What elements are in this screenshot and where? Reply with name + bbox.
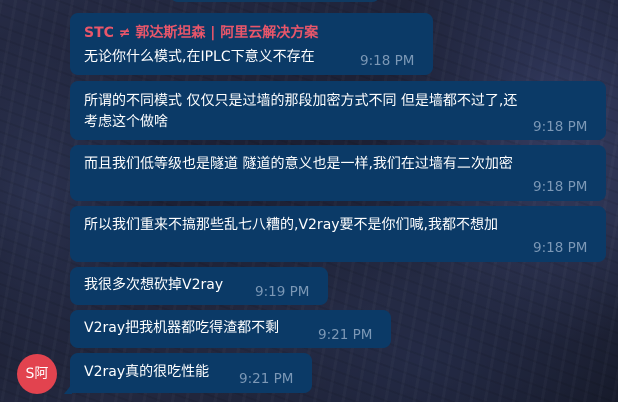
bubble-tail xyxy=(64,384,72,394)
message-time: 9:18 PM xyxy=(533,179,588,195)
message-bubble[interactable]: STC ≠ 郭达斯坦森 | 阿里云解决方案 无论你什么模式,在IPLC下意义不存… xyxy=(70,13,433,75)
message-bubble[interactable]: 我很多次想砍掉V2ray 9:19 PM xyxy=(70,267,328,305)
message-bubble[interactable]: 所谓的不同模式 仅仅只是过墙的那段加密方式不同 但是墙都不过了,还 考虑这个做啥… xyxy=(70,81,606,140)
message-text: 考虑这个做啥 xyxy=(84,114,168,130)
message-text: V2ray真的很吃性能 xyxy=(84,364,210,380)
message-time: 9:18 PM xyxy=(360,53,415,69)
message-bubble[interactable]: 所以我们重来不搞那些乱七八糟的,V2ray要不是你们喊,我都不想加 9:18 P… xyxy=(70,206,606,262)
message-time: 9:21 PM xyxy=(239,371,294,387)
message-bubble[interactable]: V2ray把我机器都吃得渣都不剩 9:21 PM xyxy=(70,310,391,348)
message-time: 9:18 PM xyxy=(533,240,588,256)
message-bubble[interactable]: 而且我们低等级也是隧道 隧道的意义也是一样,我们在过墙有二次加密 9:18 PM xyxy=(70,145,606,201)
avatar[interactable]: S阿 xyxy=(17,354,57,394)
message-bubble[interactable]: V2ray真的很吃性能 9:21 PM xyxy=(70,353,312,393)
message-time: 9:19 PM xyxy=(255,284,310,300)
message-text: 所谓的不同模式 仅仅只是过墙的那段加密方式不同 但是墙都不过了,还 xyxy=(84,93,518,109)
message-text: 而且我们低等级也是隧道 隧道的意义也是一样,我们在过墙有二次加密 xyxy=(84,156,513,172)
message-text: 所以我们重来不搞那些乱七八糟的,V2ray要不是你们喊,我都不想加 xyxy=(84,217,499,233)
sender-name[interactable]: STC ≠ 郭达斯坦森 | 阿里云解决方案 xyxy=(84,23,318,43)
message-time: 9:21 PM xyxy=(318,327,373,343)
message-text: 无论你什么模式,在IPLC下意义不存在 xyxy=(84,49,315,65)
previous-message-edge xyxy=(170,0,380,2)
message-text: 我很多次想砍掉V2ray xyxy=(84,277,224,293)
message-text: V2ray把我机器都吃得渣都不剩 xyxy=(84,320,280,336)
message-time: 9:18 PM xyxy=(533,119,588,135)
